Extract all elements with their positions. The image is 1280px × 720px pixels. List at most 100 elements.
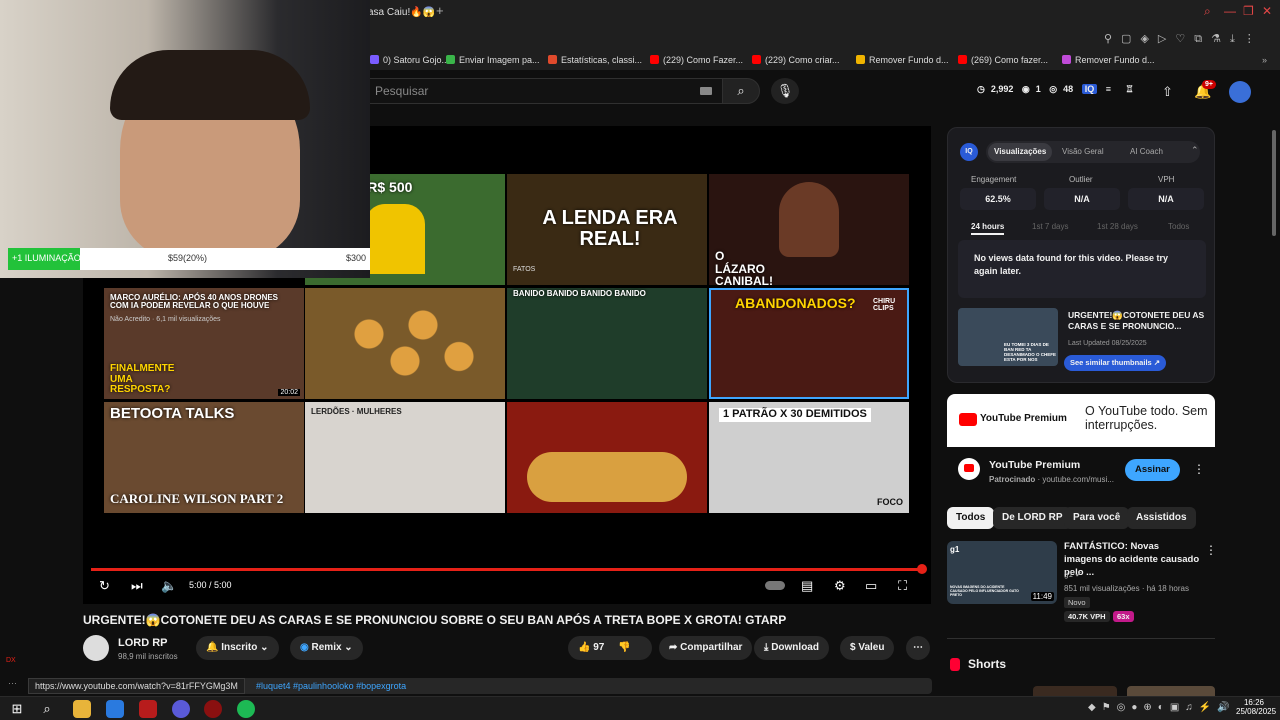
keyboard-icon[interactable] xyxy=(700,87,712,95)
bookmark-item[interactable]: Estatísticas, classi... xyxy=(548,55,642,65)
download-button[interactable]: ⤓ Download xyxy=(754,636,829,660)
remix-button[interactable]: ◉ Remix ⌄ xyxy=(290,636,363,660)
recommended-title[interactable]: FANTÁSTICO: Novas imagens do acidente ca… xyxy=(1064,541,1200,579)
subscribe-premium-button[interactable]: Assinar xyxy=(1125,459,1180,481)
store-icon[interactable] xyxy=(106,700,124,718)
channel-avatar[interactable] xyxy=(83,635,109,661)
tab-visao-geral[interactable]: Visão Geral xyxy=(1062,147,1104,156)
trophy-icon[interactable]: ♖ xyxy=(1126,84,1134,94)
range-7-days[interactable]: 1st 7 days xyxy=(1032,222,1068,231)
iq-video-title: URGENTE!😱COTONETE DEU AS CARAS E SE PRON… xyxy=(1068,310,1205,332)
recommended-channel[interactable]: g1 ✔ xyxy=(1064,570,1082,579)
share-button[interactable]: ➦ Compartilhar xyxy=(659,636,753,660)
tab-visualizacoes[interactable]: Visualizações xyxy=(988,143,1053,161)
chip-watched[interactable]: Assistidos xyxy=(1127,507,1196,529)
premium-ad[interactable]: YouTube Premium O YouTube todo. Sem inte… xyxy=(947,394,1215,496)
search-icon[interactable]: ⌕ xyxy=(38,700,56,718)
file-explorer-icon[interactable] xyxy=(73,700,91,718)
voice-search-button[interactable]: 🎙 xyxy=(771,78,799,104)
more-icon[interactable]: ⋯ xyxy=(8,678,17,689)
subtitles-icon[interactable]: ▤ xyxy=(801,578,813,594)
progress-handle[interactable] xyxy=(917,564,927,574)
iq-thumbnail[interactable]: EU TOMEI 3 DIAS DE BAN RED TA DESANIMADO… xyxy=(958,308,1058,366)
spotify-icon[interactable] xyxy=(237,700,255,718)
start-icon[interactable]: ⊞ xyxy=(8,700,26,718)
more-options-icon[interactable]: ⋮ xyxy=(1205,543,1217,557)
thanks-button[interactable]: $ Valeu xyxy=(840,636,895,660)
bookmark-item[interactable]: Remover Fundo d... xyxy=(1062,55,1155,65)
volume-icon[interactable]: 🔈 xyxy=(161,578,177,594)
end-screen-video[interactable] xyxy=(305,288,505,399)
dislike-icon[interactable]: 👎 xyxy=(618,642,630,653)
discord-icon[interactable] xyxy=(172,700,190,718)
share-icon: ➦ xyxy=(669,642,681,653)
chip-todos[interactable]: Todos xyxy=(947,507,995,529)
end-screen-video[interactable]: MARCO AURÉLIO: APÓS 40 ANOS DRONES COM I… xyxy=(104,288,304,399)
vidiq-icon[interactable]: IQ xyxy=(1081,84,1098,94)
replay-icon[interactable]: ↻ xyxy=(99,578,110,594)
end-screen-video[interactable]: 1 PATRÃO X 30 DEMITIDOS FOCO xyxy=(709,402,909,513)
range-28-days[interactable]: 1st 28 days xyxy=(1097,222,1138,231)
recommended-thumbnail[interactable]: g1 NOVAS IMAGENS DO ACIDENTE CAUSADO PEL… xyxy=(947,541,1057,604)
new-tab-icon[interactable]: + xyxy=(436,3,444,18)
like-dislike-group[interactable]: 👍 97 👎 xyxy=(568,636,652,660)
more-actions-icon[interactable]: ⋯ xyxy=(906,636,930,660)
autoplay-toggle[interactable] xyxy=(765,581,785,590)
upload-icon[interactable]: ⇧ xyxy=(1162,84,1173,100)
obs-icon[interactable] xyxy=(204,700,222,718)
channel-name[interactable]: LORD RP xyxy=(118,637,168,649)
bookmark-item[interactable]: Enviar Imagem pa... xyxy=(446,55,540,65)
settings-icon[interactable]: ⚙ xyxy=(834,578,846,594)
metric-value: 62.5% xyxy=(960,188,1036,210)
progress-bar[interactable] xyxy=(91,564,927,574)
collapse-icon[interactable]: ⌃ xyxy=(1191,145,1199,156)
scrollbar[interactable] xyxy=(1272,130,1276,236)
chip-for-you[interactable]: Para você xyxy=(1064,507,1130,529)
theater-mode-icon[interactable]: ▭ xyxy=(865,578,877,594)
tab-ai-coach[interactable]: AI Coach xyxy=(1130,147,1163,156)
bookmark-item[interactable]: Remover Fundo d... xyxy=(856,55,949,65)
search-button[interactable]: ⌕ xyxy=(722,78,760,104)
end-screen-video[interactable]: BANIDO BANIDO BANIDO BANIDO xyxy=(507,288,707,399)
end-screen-video[interactable] xyxy=(507,402,707,513)
next-icon[interactable]: ⏭ xyxy=(131,578,143,594)
browser-tab[interactable]: asa Caiu!🔥😱 xyxy=(360,4,435,22)
short-thumbnail[interactable] xyxy=(1127,686,1215,696)
more-options-icon[interactable]: ⋮ xyxy=(1193,462,1205,476)
bookmark-item[interactable]: (269) Como fazer... xyxy=(958,55,1048,65)
system-tray-icons[interactable]: ◆⚑◎●⊕◐▣♫⚡🔊 xyxy=(1088,702,1236,713)
maximize-icon[interactable]: ❐ xyxy=(1243,4,1254,18)
similar-thumbnails-button[interactable]: See similar thumbnails ↗ xyxy=(1064,355,1167,371)
search-input[interactable]: Pesquisar xyxy=(362,78,724,104)
clock[interactable]: 16:26 25/08/2025 xyxy=(1236,698,1276,716)
end-screen-video[interactable]: BETOOTA TALKS CAROLINE WILSON PART 2 xyxy=(104,402,304,513)
chip-channel[interactable]: De LORD RP xyxy=(993,507,1072,529)
hashtags[interactable]: #luquet4 #paulinhooloko #bopexgrota xyxy=(256,681,406,691)
search-tabs-icon[interactable]: ⌕ xyxy=(1204,4,1211,19)
end-screen-video[interactable]: A LENDA ERA REAL! FATOS xyxy=(507,174,707,285)
end-screen-video[interactable]: LERDÕES · MULHERES xyxy=(305,402,505,513)
like-count: 97 xyxy=(593,642,605,653)
browser-toolbar-icons[interactable]: ⚲▢◈▷♡⧉⚗⤓⋮ xyxy=(1104,32,1264,46)
bookmark-item[interactable]: (229) Como criar... xyxy=(752,55,840,65)
premium-banner[interactable]: YouTube Premium O YouTube todo. Sem inte… xyxy=(947,394,1215,447)
list-icon[interactable]: ≡ xyxy=(1106,84,1111,94)
bookmark-item[interactable]: 0) Satoru Gojo... xyxy=(370,55,449,65)
range-24-hours[interactable]: 24 hours xyxy=(971,222,1005,235)
fullscreen-icon[interactable]: ⛶ xyxy=(898,578,907,594)
short-thumbnail[interactable] xyxy=(1033,686,1117,696)
end-screen-video[interactable]: O LÁZARO CANIBAL! xyxy=(709,174,909,285)
more-bookmarks-icon[interactable]: » xyxy=(1262,55,1267,65)
bookmark-item[interactable]: (229) Como Fazer... xyxy=(650,55,743,65)
subscribed-button[interactable]: 🔔 Inscrito ⌄ xyxy=(196,636,279,660)
end-screen-video[interactable]: ABANDONADOS? CHIRU CLIPS xyxy=(709,288,909,399)
windows-taskbar: ⊞ ⌕ ◆⚑◎●⊕◐▣♫⚡🔊 16:26 25/08/2025 xyxy=(0,696,1280,720)
donation-goal-bar: +1 ILUMINAÇÃO $59(20%) $300 xyxy=(8,248,370,270)
range-all[interactable]: Todos xyxy=(1168,222,1189,231)
minimize-icon[interactable]: — xyxy=(1224,4,1236,18)
shorts-icon xyxy=(950,658,960,671)
avatar[interactable] xyxy=(1229,81,1251,103)
opera-gx-icon[interactable] xyxy=(139,700,157,718)
close-window-icon[interactable]: ✕ xyxy=(1262,4,1272,18)
eye-stat: 48 xyxy=(1063,84,1074,94)
